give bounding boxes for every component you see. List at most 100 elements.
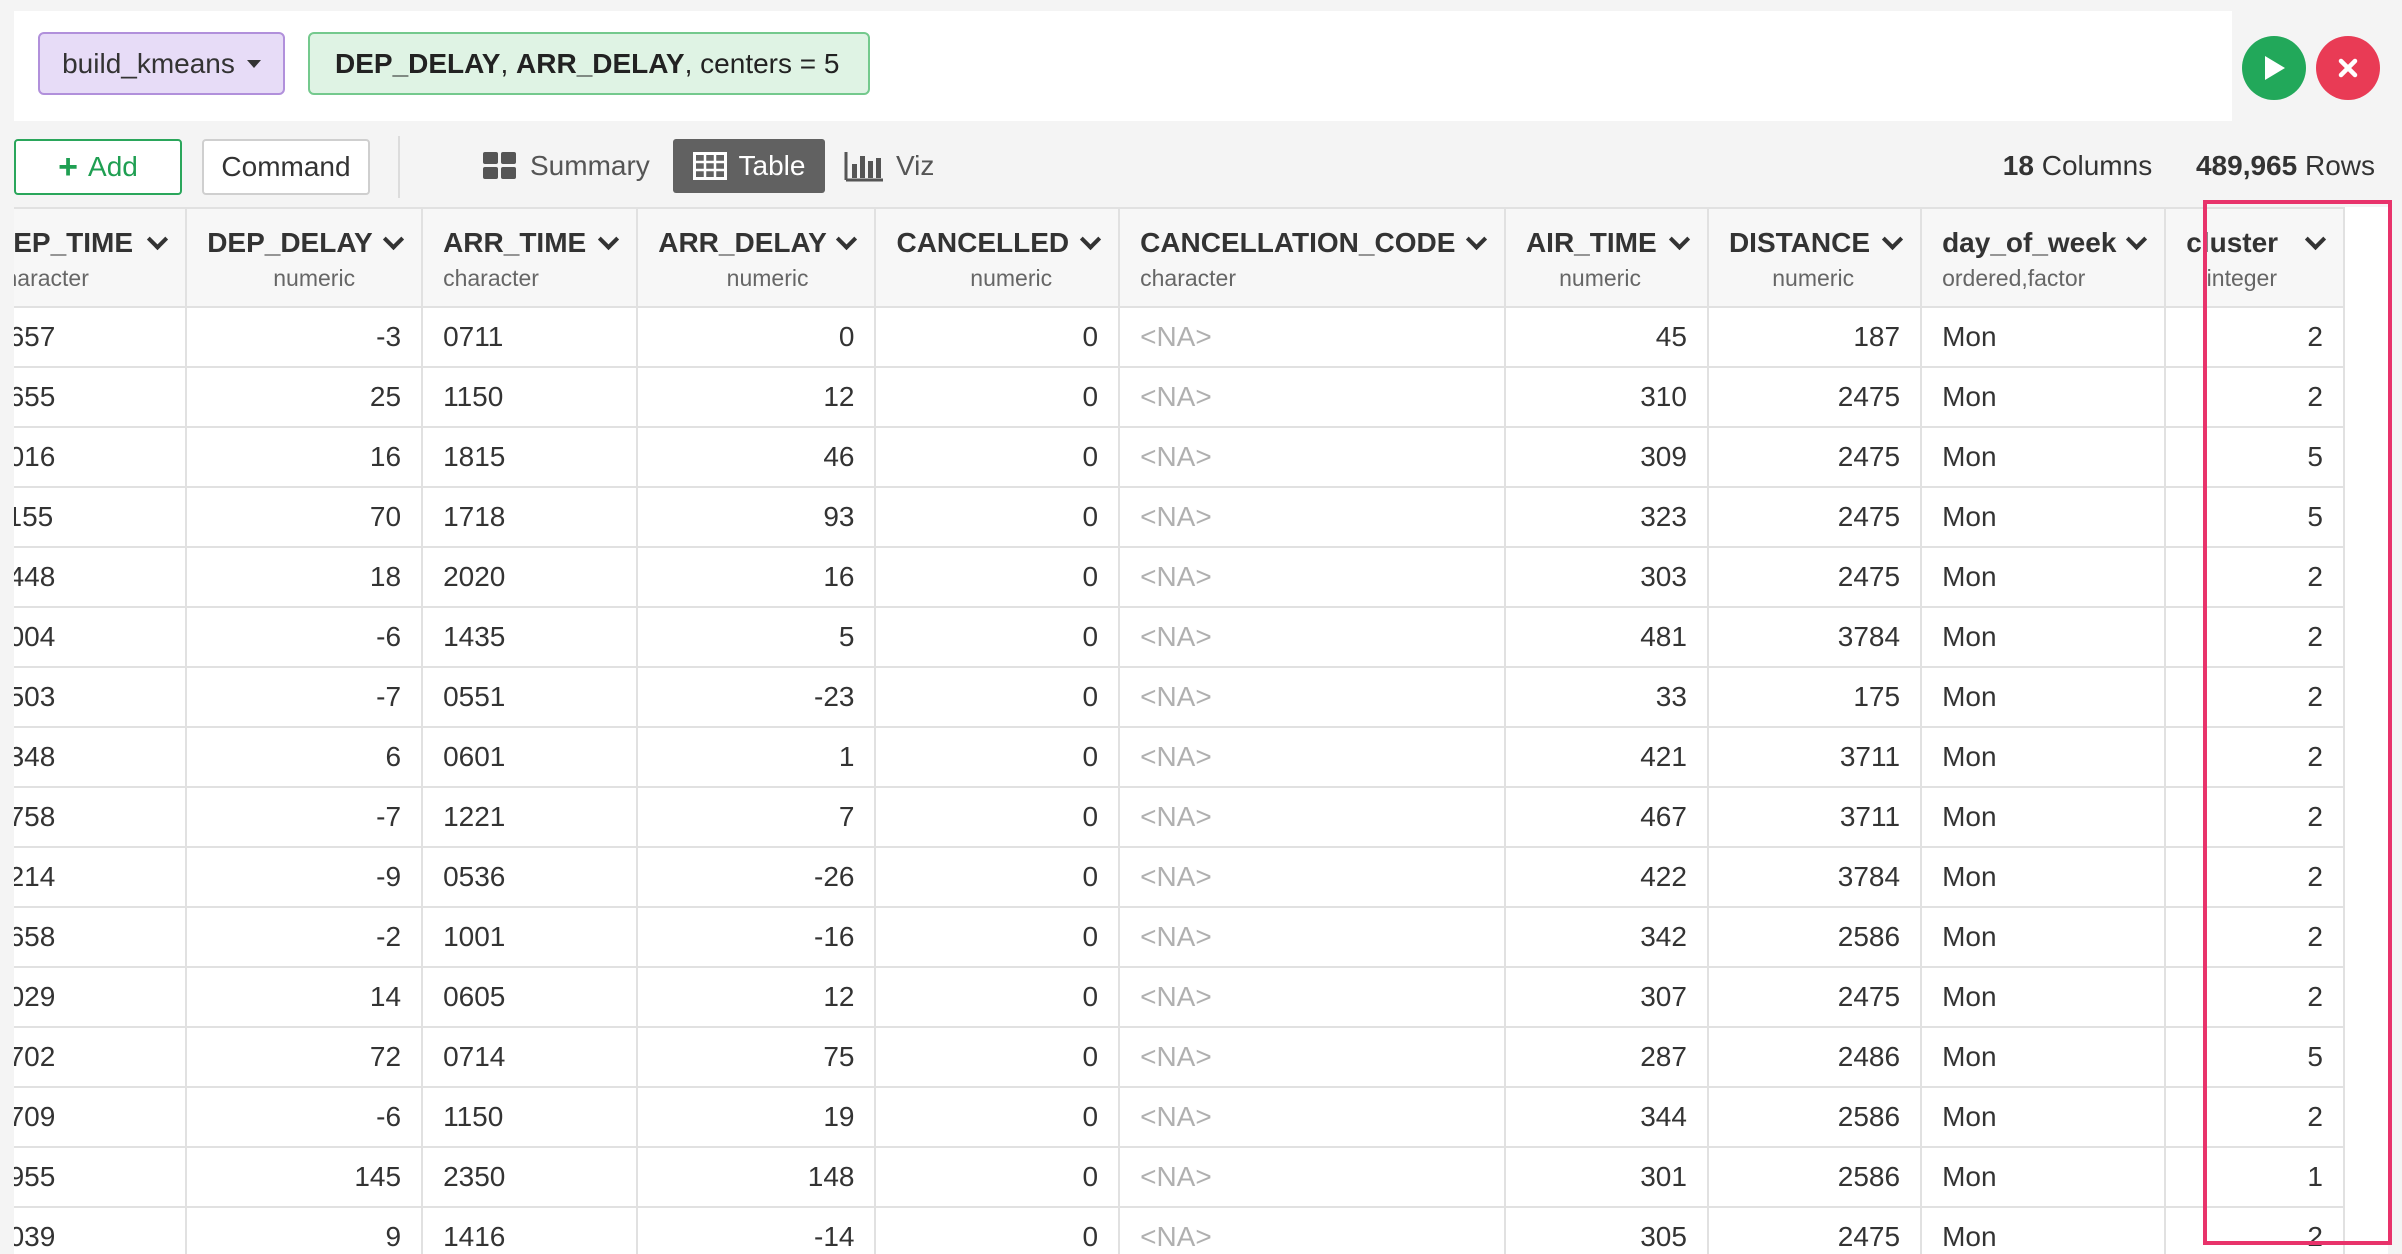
cell-arr-delay[interactable]: 16 (636, 546, 877, 608)
chevron-down-icon[interactable] (1080, 228, 1102, 250)
cell-cancellation-code[interactable]: <NA> (1118, 846, 1506, 908)
cell-cancellation-code[interactable]: <NA> (1118, 1206, 1506, 1254)
cell-day-of-week[interactable]: Mon (1920, 726, 2167, 788)
column-header-day-of-week[interactable]: day_of_week ordered,factor (1920, 207, 2167, 308)
cell-cancelled[interactable]: 0 (874, 606, 1121, 668)
cell-dep-time[interactable]: 0658 (14, 906, 188, 968)
cell-day-of-week[interactable]: Mon (1920, 1086, 2167, 1148)
cell-cluster[interactable]: 5 (2164, 1026, 2345, 1088)
cell-air-time[interactable]: 45 (1503, 306, 1709, 368)
cell-cancelled[interactable]: 0 (874, 666, 1121, 728)
cell-dep-delay[interactable]: -3 (185, 306, 424, 368)
chevron-down-icon[interactable] (2304, 228, 2327, 250)
cell-cancelled[interactable]: 0 (874, 966, 1121, 1028)
cell-dep-time[interactable]: 0657 (14, 306, 188, 368)
function-selector[interactable]: build_kmeans (38, 32, 285, 95)
cell-air-time[interactable]: 421 (1503, 726, 1709, 788)
cell-cancellation-code[interactable]: <NA> (1118, 666, 1506, 728)
cell-arr-time[interactable]: 0714 (421, 1026, 639, 1088)
cell-arr-delay[interactable]: -23 (636, 666, 877, 728)
cell-dep-delay[interactable]: -6 (185, 1086, 424, 1148)
cell-air-time[interactable]: 323 (1503, 486, 1709, 548)
cell-cancellation-code[interactable]: <NA> (1118, 906, 1506, 968)
cell-cancellation-code[interactable]: <NA> (1118, 966, 1506, 1028)
tab-summary[interactable]: Summary (482, 139, 650, 193)
cell-dep-delay[interactable]: -7 (185, 786, 424, 848)
cell-arr-time[interactable]: 1221 (421, 786, 639, 848)
cell-arr-time[interactable]: 2350 (421, 1146, 639, 1208)
cell-air-time[interactable]: 33 (1503, 666, 1709, 728)
cell-day-of-week[interactable]: Mon (1920, 846, 2167, 908)
column-header-arr-delay[interactable]: ARR_DELAY numeric (636, 207, 877, 308)
cell-air-time[interactable]: 303 (1503, 546, 1709, 608)
cell-cluster[interactable]: 2 (2164, 726, 2345, 788)
cell-dep-time[interactable]: 1448 (14, 546, 188, 608)
cell-arr-delay[interactable]: 93 (636, 486, 877, 548)
cell-arr-delay[interactable]: 12 (636, 966, 877, 1028)
cell-arr-delay[interactable]: 19 (636, 1086, 877, 1148)
cell-air-time[interactable]: 309 (1503, 426, 1709, 488)
cell-distance[interactable]: 3784 (1706, 846, 1923, 908)
cell-dep-time[interactable]: 2214 (14, 846, 188, 908)
cell-cluster[interactable]: 5 (2164, 426, 2345, 488)
cell-distance[interactable]: 2475 (1706, 486, 1923, 548)
cell-day-of-week[interactable]: Mon (1920, 606, 2167, 668)
cell-dep-delay[interactable]: -2 (185, 906, 424, 968)
cell-dep-time[interactable]: 1155 (14, 486, 188, 548)
chevron-down-icon[interactable] (382, 228, 405, 250)
cell-arr-delay[interactable]: 12 (636, 366, 877, 428)
column-header-cluster[interactable]: cluster integer (2164, 207, 2345, 308)
chevron-down-icon[interactable] (1881, 228, 1904, 250)
cell-cancelled[interactable]: 0 (874, 846, 1121, 908)
cell-dep-time[interactable]: 0758 (14, 786, 188, 848)
cell-day-of-week[interactable]: Mon (1920, 546, 2167, 608)
cell-day-of-week[interactable]: Mon (1920, 1026, 2167, 1088)
tab-viz[interactable]: Viz (844, 139, 934, 193)
cell-cluster[interactable]: 5 (2164, 486, 2345, 548)
cell-arr-time[interactable]: 0711 (421, 306, 639, 368)
cell-cluster[interactable]: 2 (2164, 906, 2345, 968)
cell-arr-time[interactable]: 1815 (421, 426, 639, 488)
add-step-button[interactable]: + Add (14, 139, 182, 195)
cell-day-of-week[interactable]: Mon (1920, 666, 2167, 728)
cell-air-time[interactable]: 342 (1503, 906, 1709, 968)
cell-distance[interactable]: 187 (1706, 306, 1923, 368)
cell-cancelled[interactable]: 0 (874, 1146, 1121, 1208)
cell-cancellation-code[interactable]: <NA> (1118, 786, 1506, 848)
cell-air-time[interactable]: 301 (1503, 1146, 1709, 1208)
cell-dep-delay[interactable]: 9 (185, 1206, 424, 1254)
cell-cluster[interactable]: 2 (2164, 306, 2345, 368)
cell-day-of-week[interactable]: Mon (1920, 366, 2167, 428)
cell-arr-delay[interactable]: 46 (636, 426, 877, 488)
cell-cancelled[interactable]: 0 (874, 1206, 1121, 1254)
cell-arr-time[interactable]: 1718 (421, 486, 639, 548)
cell-distance[interactable]: 2586 (1706, 906, 1923, 968)
cell-arr-time[interactable]: 0601 (421, 726, 639, 788)
cell-cluster[interactable]: 2 (2164, 1086, 2345, 1148)
cell-dep-time[interactable]: 2029 (14, 966, 188, 1028)
cell-air-time[interactable]: 467 (1503, 786, 1709, 848)
cell-dep-time[interactable]: 1039 (14, 1206, 188, 1254)
cell-arr-time[interactable]: 1435 (421, 606, 639, 668)
cell-cancelled[interactable]: 0 (874, 486, 1121, 548)
cell-arr-time[interactable]: 1416 (421, 1206, 639, 1254)
column-header-cancelled[interactable]: CANCELLED numeric (874, 207, 1121, 308)
column-header-distance[interactable]: DISTANCE numeric (1706, 207, 1923, 308)
cell-air-time[interactable]: 344 (1503, 1086, 1709, 1148)
cell-distance[interactable]: 2475 (1706, 546, 1923, 608)
cell-arr-time[interactable]: 0536 (421, 846, 639, 908)
cell-arr-time[interactable]: 1150 (421, 1086, 639, 1148)
cell-cancellation-code[interactable]: <NA> (1118, 1026, 1506, 1088)
cell-cluster[interactable]: 2 (2164, 846, 2345, 908)
cell-day-of-week[interactable]: Mon (1920, 906, 2167, 968)
cancel-button[interactable] (2316, 36, 2380, 100)
cell-cancellation-code[interactable]: <NA> (1118, 366, 1506, 428)
cell-dep-delay[interactable]: 6 (185, 726, 424, 788)
cell-arr-time[interactable]: 0551 (421, 666, 639, 728)
cell-arr-time[interactable]: 1001 (421, 906, 639, 968)
cell-air-time[interactable]: 287 (1503, 1026, 1709, 1088)
cell-cancelled[interactable]: 0 (874, 726, 1121, 788)
cell-day-of-week[interactable]: Mon (1920, 1146, 2167, 1208)
cell-cluster[interactable]: 2 (2164, 1206, 2345, 1254)
cell-air-time[interactable]: 307 (1503, 966, 1709, 1028)
